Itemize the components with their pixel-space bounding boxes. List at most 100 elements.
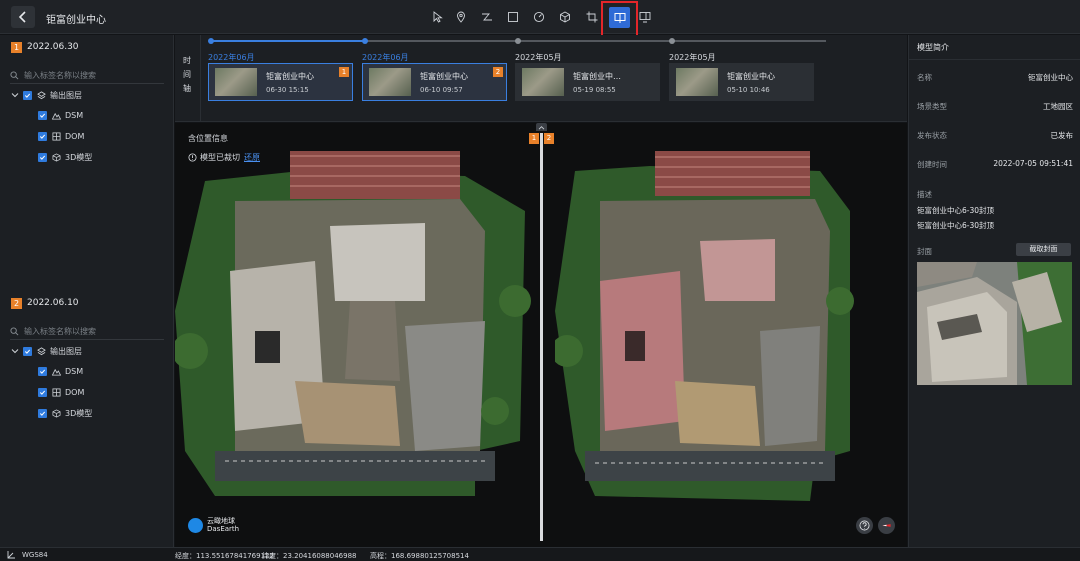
split-compare-tool[interactable] xyxy=(609,7,630,28)
scene-thumbnail xyxy=(676,68,718,96)
axis-icon xyxy=(7,551,15,559)
checkbox[interactable] xyxy=(38,110,47,120)
tree-label: 输出图层 xyxy=(50,90,82,100)
layer-search-1[interactable] xyxy=(10,68,164,84)
checkbox[interactable] xyxy=(23,346,32,356)
description-label: 描述 xyxy=(917,190,932,199)
crop-notice: 模型已裁切 还原 xyxy=(188,152,260,163)
tree-item-dom[interactable]: DOM xyxy=(38,129,84,143)
check-icon xyxy=(39,113,46,118)
layer-search-input[interactable] xyxy=(24,327,154,336)
timeline-node[interactable] xyxy=(208,38,214,44)
grid-icon xyxy=(52,387,61,397)
timeline-node[interactable] xyxy=(362,38,368,44)
panel-title: 模型简介 xyxy=(917,43,949,52)
tree-label: 3D模型 xyxy=(65,152,93,162)
info-row-publish-status: 发布状态 已发布 xyxy=(917,131,1073,140)
layers-icon xyxy=(37,346,46,355)
check-icon xyxy=(39,411,46,416)
split-badge-left: 1 xyxy=(529,133,539,144)
check-icon xyxy=(24,93,31,98)
location-info-label: 含位置信息 xyxy=(188,134,228,143)
tree-label: 输出图层 xyxy=(50,346,82,356)
checkbox[interactable] xyxy=(38,152,47,162)
tree-root-output-layers[interactable]: 输出图层 xyxy=(11,88,82,102)
tree-label: DSM xyxy=(65,366,84,376)
longitude-readout: 经度：113.55167841769122 xyxy=(175,552,274,560)
location-pin-icon xyxy=(457,11,465,23)
timeline-card[interactable]: 钜富创业中心 05-10 10:46 xyxy=(669,63,814,101)
select-tool[interactable] xyxy=(429,8,447,26)
timeline-panel: 时 间 轴 2022年06月 2022年06月 2022年05月 2022年05… xyxy=(175,35,907,122)
restore-link[interactable]: 还原 xyxy=(244,152,260,163)
tree-label: 3D模型 xyxy=(65,408,93,418)
back-button[interactable] xyxy=(11,6,35,28)
split-divider[interactable] xyxy=(540,133,543,541)
terrain-icon xyxy=(52,112,61,120)
model-info-panel: 模型简介 名称 钜富创业中心 场景类型 工地园区 发布状态 已发布 创建时间 2… xyxy=(908,35,1080,547)
tree-item-dom[interactable]: DOM xyxy=(38,385,84,399)
multi-window-tool[interactable] xyxy=(636,8,654,26)
checkbox[interactable] xyxy=(38,366,47,376)
tree-item-dsm[interactable]: DSM xyxy=(38,108,83,122)
timeline-card[interactable]: 钜富创业中心 06-10 09:57 2 xyxy=(362,63,507,101)
cube-icon xyxy=(52,408,61,418)
check-icon xyxy=(39,155,46,160)
checkbox[interactable] xyxy=(38,408,47,418)
tree-root-output-layers[interactable]: 输出图层 xyxy=(11,344,82,358)
search-icon xyxy=(10,71,19,80)
split-badge-right: 2 xyxy=(544,133,554,144)
chevron-down-icon[interactable] xyxy=(11,91,19,99)
tree-label: DOM xyxy=(65,387,85,397)
point-tool[interactable] xyxy=(452,8,470,26)
timeline-date: 2022年06月 xyxy=(208,53,255,62)
info-row-scene-type: 场景类型 工地园区 xyxy=(917,102,1073,111)
capture-cover-button[interactable]: 截取封面 xyxy=(1016,243,1071,256)
card-name: 钜富创业中心 xyxy=(266,72,314,81)
scene-thumbnail xyxy=(215,68,257,96)
crop-icon xyxy=(586,11,598,23)
layer-group-2-header[interactable]: 2 2022.06.10 xyxy=(0,291,174,315)
timeline-card[interactable]: 钜富创业中心 06-30 15:15 1 xyxy=(208,63,353,101)
description-text: 钜富创业中心6-30封顶 xyxy=(917,206,995,215)
check-icon xyxy=(39,134,46,139)
angle-tool[interactable] xyxy=(530,8,548,26)
chevron-up-icon xyxy=(538,125,545,129)
split-handle[interactable] xyxy=(536,123,547,131)
top-bar: 钜富创业中心 xyxy=(0,0,1080,42)
checkbox[interactable] xyxy=(38,387,47,397)
model-view-left[interactable] xyxy=(175,151,535,501)
model-view-right[interactable] xyxy=(555,151,855,501)
card-time: 06-30 15:15 xyxy=(266,86,309,94)
compass-icon xyxy=(882,524,891,527)
timeline-card[interactable]: 钜富创业中… 05-19 08:55 xyxy=(515,63,660,101)
volume-tool[interactable] xyxy=(556,8,574,26)
help-button[interactable] xyxy=(856,517,873,534)
status-bar: WGS84 经度：113.55167841769122 纬度：23.204160… xyxy=(0,547,1080,561)
card-time: 06-10 09:57 xyxy=(420,86,463,94)
tree-item-3d-model[interactable]: 3D模型 xyxy=(38,406,92,420)
group-date: 2022.06.30 xyxy=(27,42,79,52)
scene-thumbnail xyxy=(369,68,411,96)
line-measure-tool[interactable] xyxy=(478,8,496,26)
timeline-node[interactable] xyxy=(669,38,675,44)
3d-viewer[interactable]: 含位置信息 模型已裁切 还原 1 2 云瞰地球 DasEarth xyxy=(175,123,907,547)
latitude-readout: 纬度：23.20416088046988 xyxy=(262,552,357,560)
tree-item-dsm[interactable]: DSM xyxy=(38,364,83,378)
chevron-down-icon[interactable] xyxy=(11,347,19,355)
crs-label: WGS84 xyxy=(22,551,48,559)
layer-search-input[interactable] xyxy=(24,71,154,80)
tree-item-3d-model[interactable]: 3D模型 xyxy=(38,150,92,164)
crop-tool[interactable] xyxy=(583,8,601,26)
brand-logo: 云瞰地球 DasEarth xyxy=(188,517,239,533)
compass-button[interactable] xyxy=(878,517,895,534)
card-name: 钜富创业中心 xyxy=(420,72,468,81)
layer-search-2[interactable] xyxy=(10,324,164,340)
timeline-node[interactable] xyxy=(515,38,521,44)
checkbox[interactable] xyxy=(23,90,32,100)
checkbox[interactable] xyxy=(38,131,47,141)
area-measure-tool[interactable] xyxy=(504,8,522,26)
layer-group-1-header[interactable]: 1 2022.06.30 xyxy=(0,35,174,59)
divider xyxy=(909,59,1080,60)
cube-icon xyxy=(560,11,570,23)
